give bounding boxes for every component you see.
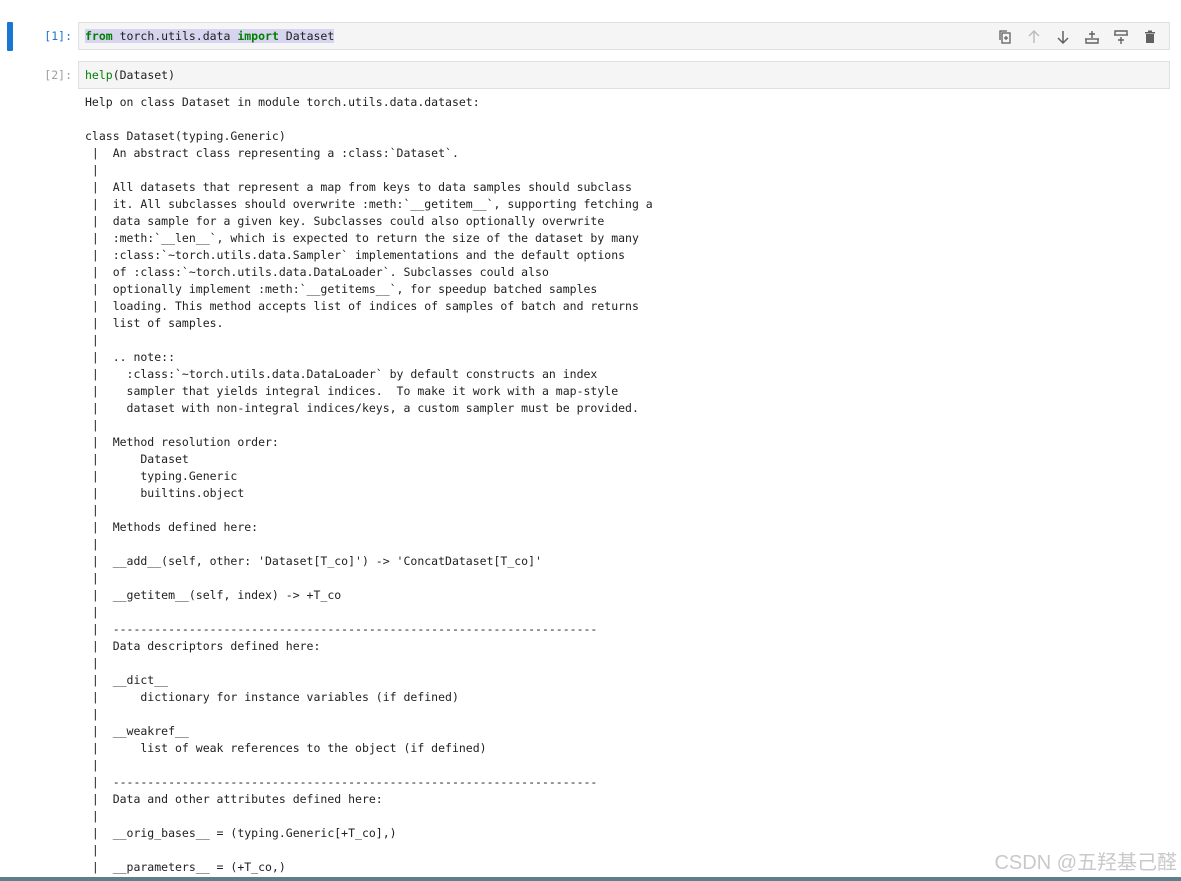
insert-above-icon bbox=[1085, 31, 1099, 44]
bottom-border bbox=[0, 877, 1181, 881]
cell-2-prompt: [2]: bbox=[44, 68, 72, 82]
delete-icon bbox=[1145, 30, 1155, 43]
keyword-import: import bbox=[237, 29, 279, 43]
cell-2-output: Help on class Dataset in module torch.ut… bbox=[85, 95, 653, 874]
cell-1-prompt: [1]: bbox=[44, 29, 72, 43]
insert-below-icon bbox=[1114, 30, 1128, 44]
cell-2-input[interactable]: help(Dataset) bbox=[78, 61, 1170, 89]
move-down-button[interactable] bbox=[1052, 28, 1074, 46]
move-down-icon bbox=[1057, 31, 1069, 45]
cell-1-code[interactable]: from torch.utils.data import Dataset bbox=[85, 29, 335, 44]
keyword-from: from bbox=[85, 29, 113, 43]
delete-cell-button[interactable] bbox=[1139, 28, 1161, 46]
cell-2-code[interactable]: help(Dataset) bbox=[85, 68, 175, 83]
watermark: CSDN @五羟基己醛 bbox=[994, 852, 1177, 874]
duplicate-cell-button[interactable] bbox=[994, 28, 1016, 46]
insert-above-button[interactable] bbox=[1081, 28, 1103, 46]
cell-1-input[interactable]: from torch.utils.data import Dataset bbox=[78, 22, 1170, 50]
import-name: Dataset bbox=[278, 29, 335, 43]
move-up-icon bbox=[1028, 29, 1040, 43]
module-name: torch.utils.data bbox=[112, 29, 238, 43]
help-args: (Dataset) bbox=[112, 68, 176, 82]
duplicate-icon bbox=[999, 30, 1011, 44]
insert-below-button[interactable] bbox=[1110, 28, 1132, 46]
move-up-button[interactable] bbox=[1023, 28, 1045, 46]
builtin-help: help bbox=[85, 68, 113, 82]
cell-toolbar bbox=[994, 28, 1161, 46]
